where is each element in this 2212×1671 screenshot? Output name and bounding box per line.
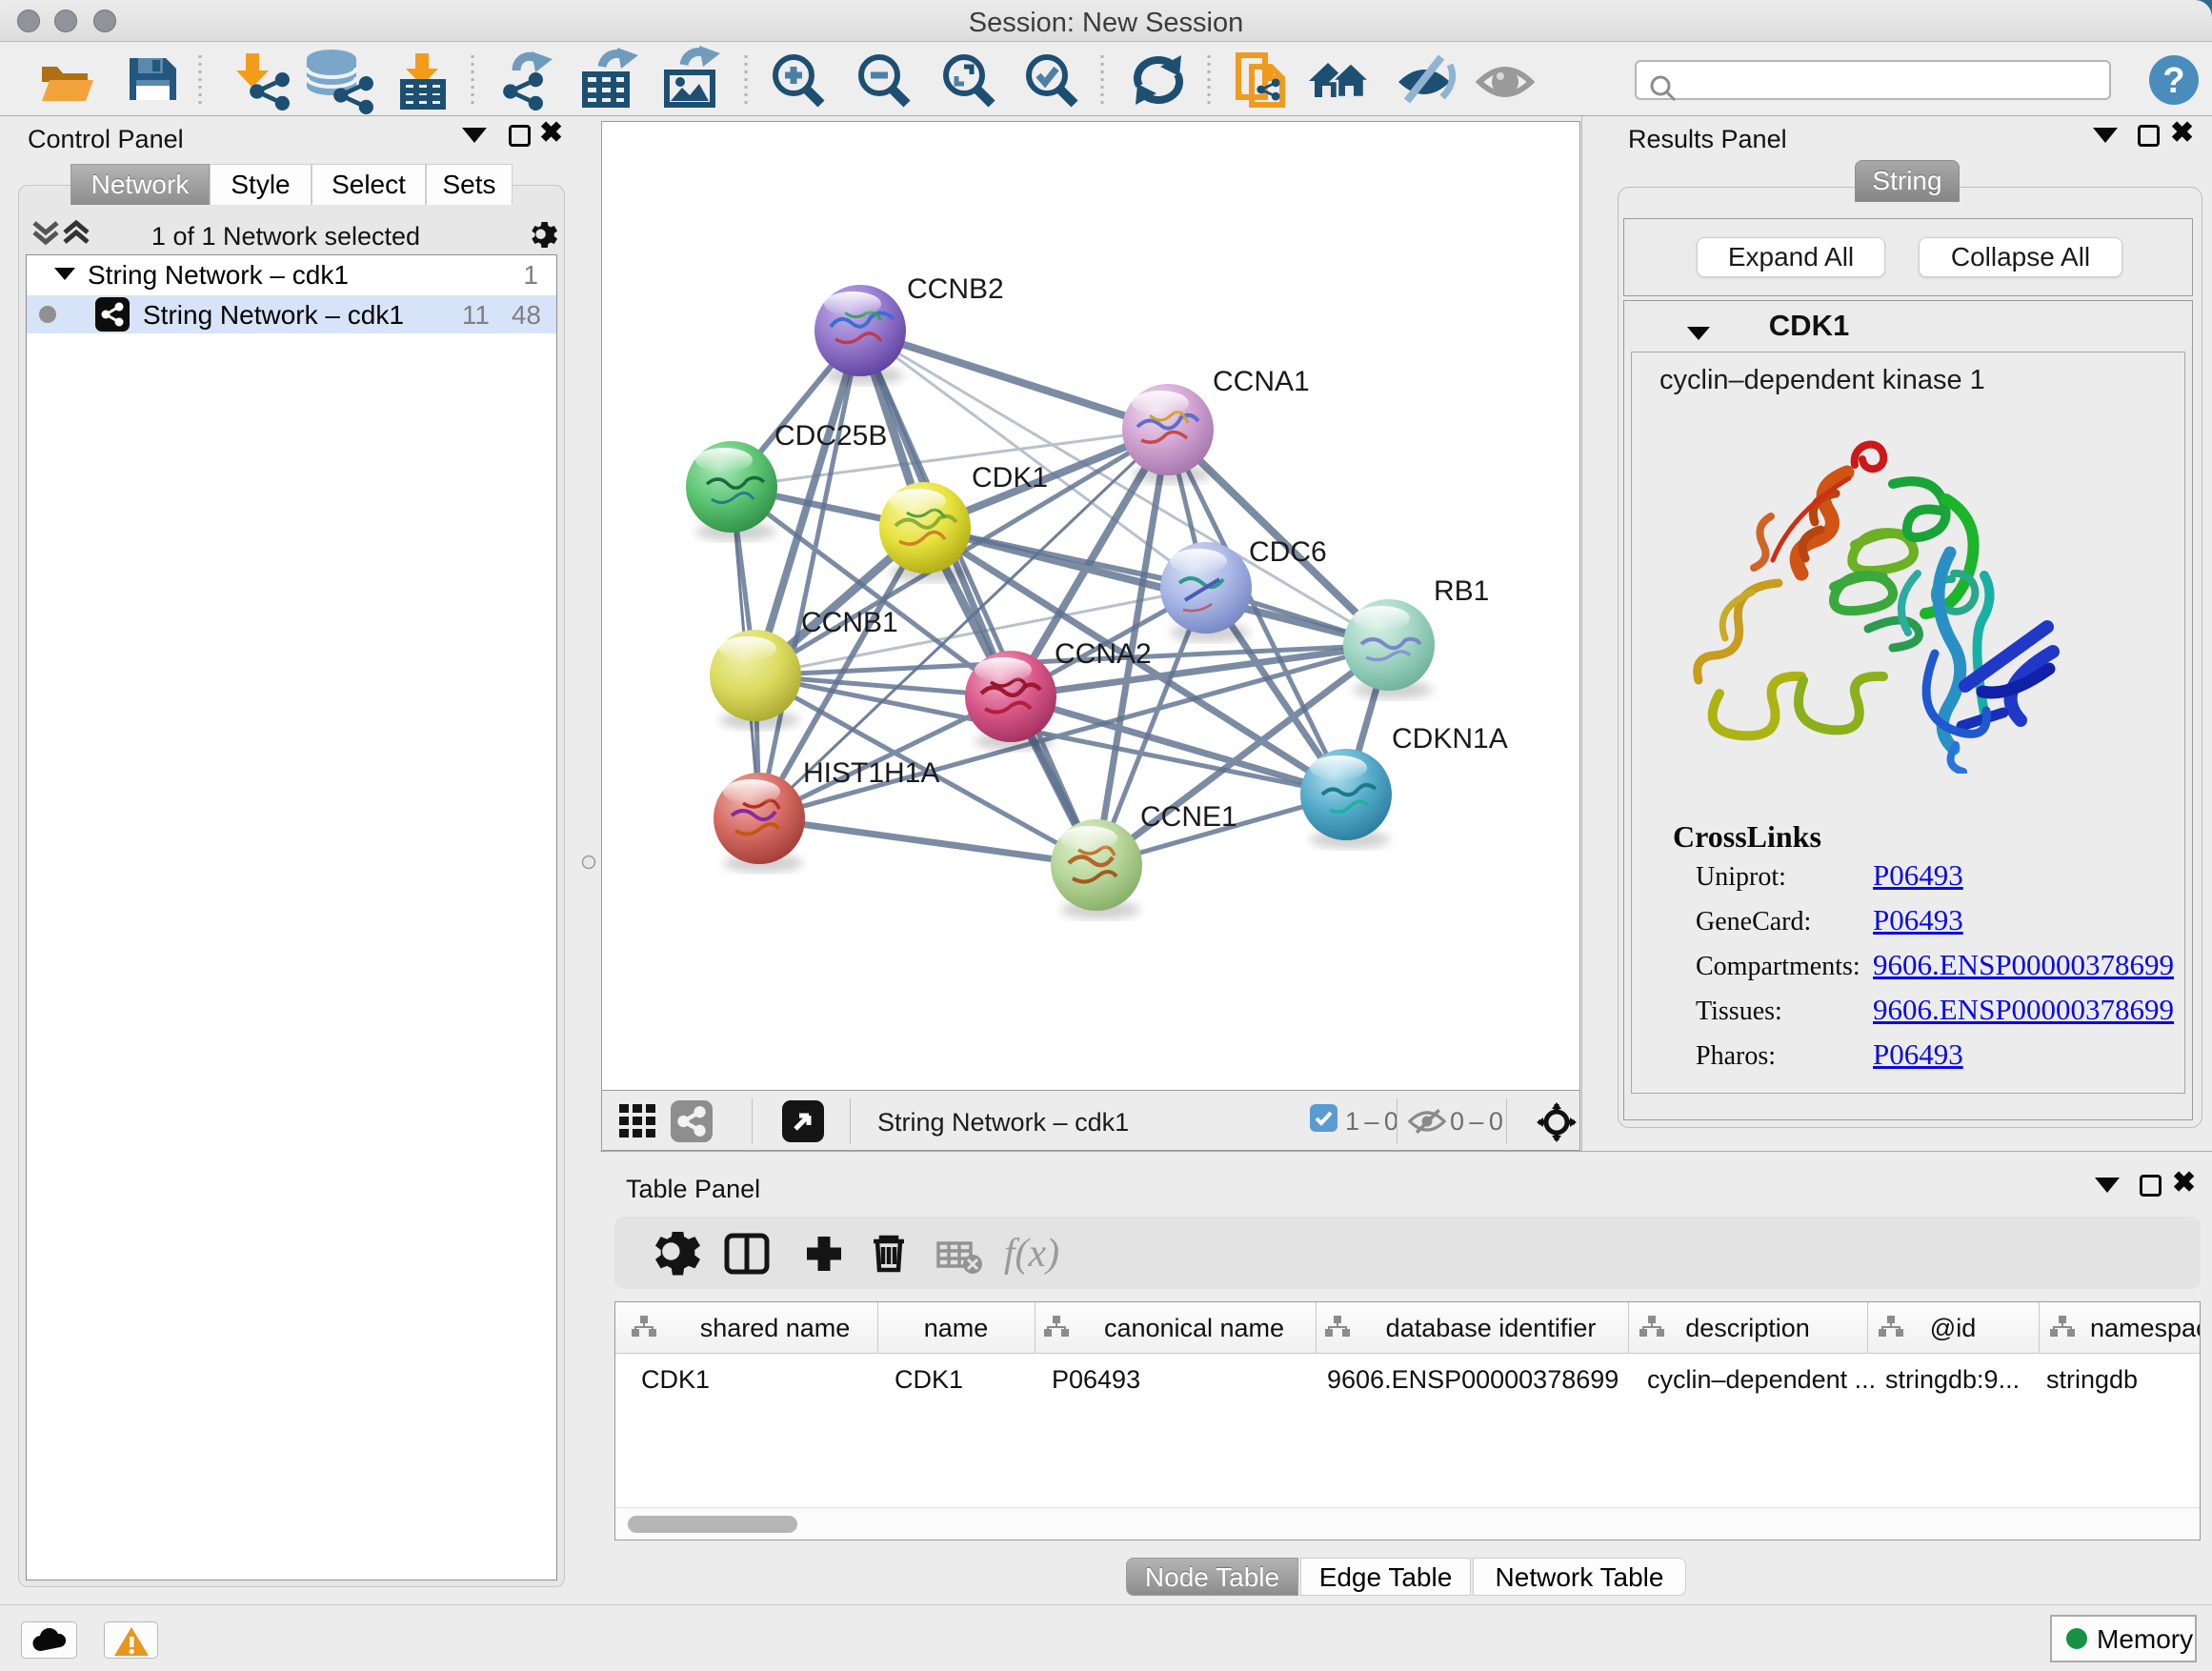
svg-text:CDK1: CDK1 [972, 462, 1048, 493]
svg-text:f(x): f(x) [1004, 1232, 1059, 1276]
svg-text:CCNA1: CCNA1 [1213, 366, 1310, 397]
svg-text:RB1: RB1 [1434, 575, 1489, 607]
svg-text:CDC6: CDC6 [1249, 536, 1327, 568]
svg-text:CCNA2: CCNA2 [1055, 638, 1152, 670]
svg-text:?: ? [2162, 61, 2184, 101]
svg-text:CCNB2: CCNB2 [907, 273, 1004, 305]
svg-text:CDC25B: CDC25B [774, 420, 887, 452]
svg-text:HIST1H1A: HIST1H1A [803, 757, 939, 789]
svg-text:CCNE1: CCNE1 [1140, 801, 1237, 833]
svg-text:CDKN1A: CDKN1A [1392, 723, 1508, 755]
svg-text:CCNB1: CCNB1 [801, 607, 898, 638]
